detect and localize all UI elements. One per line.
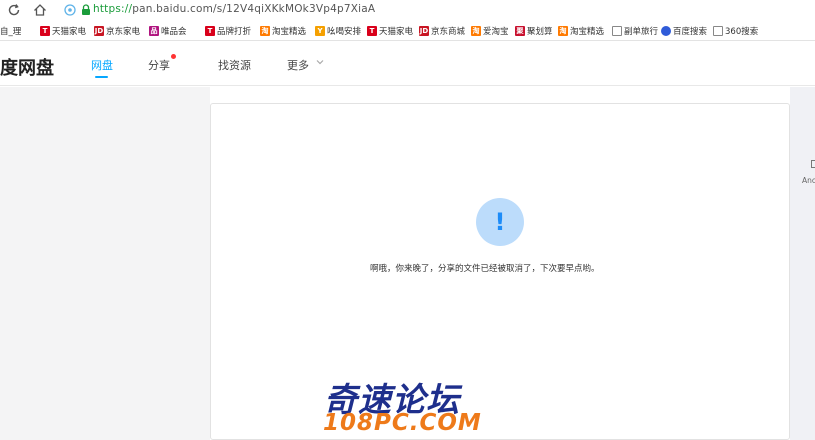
taobao-icon: 淘 (471, 26, 481, 36)
page-icon (713, 26, 723, 36)
left-panel (0, 87, 210, 440)
bookmarks-bar: 自_理 T 天猫家电 JD 京东家电 品 唯品会 T 品牌打折 淘 淘宝精选 Y… (0, 22, 815, 41)
home-icon[interactable] (32, 2, 48, 18)
bookmark-label: 吆喝安排 (327, 27, 362, 37)
bookmark-label: 品牌打折 (217, 27, 252, 37)
vip-icon: 品 (149, 26, 159, 36)
bookmark-item[interactable]: 副单旅行 (612, 24, 658, 38)
watermark-subtitle: 108PC.COM (323, 410, 482, 436)
taobao-icon: 淘 (558, 26, 568, 36)
bookmark-label: 副单旅行 (624, 27, 659, 37)
app-logo[interactable]: 度网盘 (0, 54, 54, 80)
nav-active-indicator (95, 76, 108, 78)
app-header: 度网盘 网盘 分享 找资源 更多 (0, 42, 815, 86)
bookmark-label: 360搜索 (725, 27, 759, 37)
jd-icon: JD (94, 26, 104, 36)
page-icon (612, 26, 622, 36)
url-path: pan.baidu.com/s/12V4qiXKkMOk3Vp4p7XiaA (132, 3, 376, 15)
reload-icon[interactable] (6, 2, 22, 18)
bookmark-item[interactable]: 聚 聚划算 (515, 24, 553, 38)
bookmark-icon: Y (315, 26, 325, 36)
alert-icon: ! (476, 198, 524, 246)
right-panel-label[interactable]: Anc (802, 176, 815, 185)
bookmark-label: 天猫家电 (379, 27, 414, 37)
bookmark-item[interactable]: 自_理 (0, 24, 21, 38)
bookmark-item[interactable]: 淘 爱淘宝 (471, 24, 509, 38)
bookmark-item[interactable]: Y 吆喝安排 (315, 24, 361, 38)
right-panel (790, 87, 815, 440)
security-shield-icon[interactable] (62, 2, 78, 18)
url-protocol: https:// (93, 3, 133, 15)
bookmark-item[interactable]: 360搜索 (713, 24, 758, 38)
alert-glyph: ! (494, 208, 506, 236)
bookmark-label: 淘宝精选 (272, 27, 307, 37)
nav-tab-more[interactable]: 更多 (287, 57, 309, 73)
juhuasuan-icon: 聚 (515, 26, 525, 36)
nav-tab-share[interactable]: 分享 (148, 57, 170, 73)
tmall-icon: T (205, 26, 215, 36)
nav-tab-find-resources[interactable]: 找资源 (218, 57, 251, 73)
chevron-down-icon[interactable] (316, 59, 324, 65)
bookmark-label: 京东商城 (431, 27, 466, 37)
bookmark-item[interactable]: JD 京东家电 (94, 24, 140, 38)
tmall-icon: T (40, 26, 50, 36)
error-message: 啊哦，你来晚了，分享的文件已经被取消了，下次要早点哟。 (370, 264, 600, 274)
bookmark-item[interactable]: 淘 淘宝精选 (558, 24, 604, 38)
bookmark-label: 唯品会 (161, 27, 187, 37)
bookmark-label: 天猫家电 (52, 27, 87, 37)
bookmark-item[interactable]: T 天猫家电 (367, 24, 413, 38)
taobao-icon: 淘 (260, 26, 270, 36)
bookmark-item[interactable]: T 品牌打折 (205, 24, 251, 38)
jd-icon: JD (419, 26, 429, 36)
bookmark-item[interactable]: JD 京东商城 (419, 24, 465, 38)
bookmark-item[interactable]: 淘 淘宝精选 (260, 24, 306, 38)
bookmark-item[interactable]: T 天猫家电 (40, 24, 86, 38)
bookmark-label: 自_理 (0, 27, 22, 37)
browser-address-bar: https://pan.baidu.com/s/12V4qiXKkMOk3Vp4… (0, 0, 815, 21)
tmall-icon: T (367, 26, 377, 36)
bookmark-item[interactable]: 品 唯品会 (149, 24, 187, 38)
notification-dot (171, 54, 176, 59)
bookmark-label: 京东家电 (106, 27, 141, 37)
bookmark-label: 百度搜索 (673, 27, 708, 37)
bookmark-item[interactable]: 百度搜索 (661, 24, 707, 38)
lock-icon (82, 4, 90, 15)
nav-tab-netdisk[interactable]: 网盘 (91, 57, 113, 73)
app-download-icon[interactable] (811, 160, 815, 168)
bookmark-label: 爱淘宝 (483, 27, 509, 37)
bookmark-label: 淘宝精选 (570, 27, 605, 37)
url-field[interactable]: https://pan.baidu.com/s/12V4qiXKkMOk3Vp4… (93, 3, 375, 15)
bookmark-label: 聚划算 (527, 27, 553, 37)
baidu-paw-icon (661, 26, 671, 36)
